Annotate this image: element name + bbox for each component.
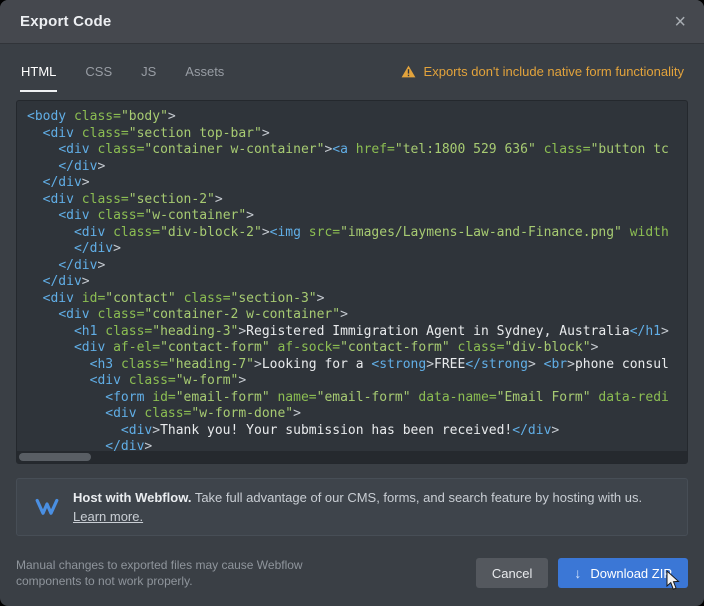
code-lines: <body class="body"> <div class="section … [17,101,687,464]
hosting-banner: Host with Webflow. Take full advantage o… [16,478,688,536]
code-line: <div class="div-block-2"><img src="image… [27,225,677,242]
tab-html[interactable]: HTML [20,52,57,92]
tab-css[interactable]: CSS [84,52,113,92]
warning-text: Exports don't include native form functi… [424,64,684,79]
banner-bold-text: Host with Webflow. [73,490,191,505]
code-line: </div> [27,258,677,275]
code-line: <div af-el="contact-form" af-sock="conta… [27,340,677,357]
code-line: <h1 class="heading-3">Registered Immigra… [27,324,677,341]
export-code-modal: Export Code × HTML CSS JS Assets Exports… [0,0,704,606]
download-zip-label: Download ZIP [590,566,672,581]
scrollbar-thumb[interactable] [19,453,91,461]
banner-text: Host with Webflow. Take full advantage o… [73,488,642,526]
footer-buttons: Cancel ↓ Download ZIP [476,558,688,588]
tab-bar: HTML CSS JS Assets Exports don't include… [0,44,704,92]
code-line: </div> [27,159,677,176]
code-line: <div class="w-container"> [27,208,677,225]
horizontal-scrollbar[interactable] [17,451,687,463]
tab-js[interactable]: JS [140,52,157,92]
code-line: <div>Thank you! Your submission has been… [27,423,677,440]
learn-more-link[interactable]: Learn more. [73,509,143,524]
code-line: </div> [27,274,677,291]
code-line: <div class="container-2 w-container"> [27,307,677,324]
code-line: <body class="body"> [27,109,677,126]
footer-note: Manual changes to exported files may cau… [16,557,326,589]
modal-header: Export Code × [0,0,704,44]
code-line: <div class="w-form-done"> [27,406,677,423]
download-zip-button[interactable]: ↓ Download ZIP [558,558,688,588]
code-line: <div class="container w-container"><a hr… [27,142,677,159]
tab-list: HTML CSS JS Assets [20,52,225,92]
warning-triangle-icon [401,65,416,78]
form-functionality-warning: Exports don't include native form functi… [401,64,684,92]
code-line: <div class="section-2"> [27,192,677,209]
code-editor[interactable]: <body class="body"> <div class="section … [16,100,688,464]
download-arrow-icon: ↓ [574,566,581,580]
code-line: <div class="section top-bar"> [27,126,677,143]
code-line: <form id="email-form" name="email-form" … [27,390,677,407]
code-line: <h3 class="heading-7">Looking for a <str… [27,357,677,374]
webflow-logo-icon [35,498,59,516]
cancel-button[interactable]: Cancel [476,558,548,588]
modal-footer: Manual changes to exported files may cau… [0,536,704,606]
modal-title: Export Code [20,13,111,30]
code-line: </div> [27,241,677,258]
banner-body-text: Take full advantage of our CMS, forms, a… [195,490,642,505]
tab-assets[interactable]: Assets [184,52,225,92]
code-line: </div> [27,175,677,192]
code-line: <div id="contact" class="section-3"> [27,291,677,308]
code-line: <div class="w-form"> [27,373,677,390]
close-icon[interactable]: × [674,12,686,32]
